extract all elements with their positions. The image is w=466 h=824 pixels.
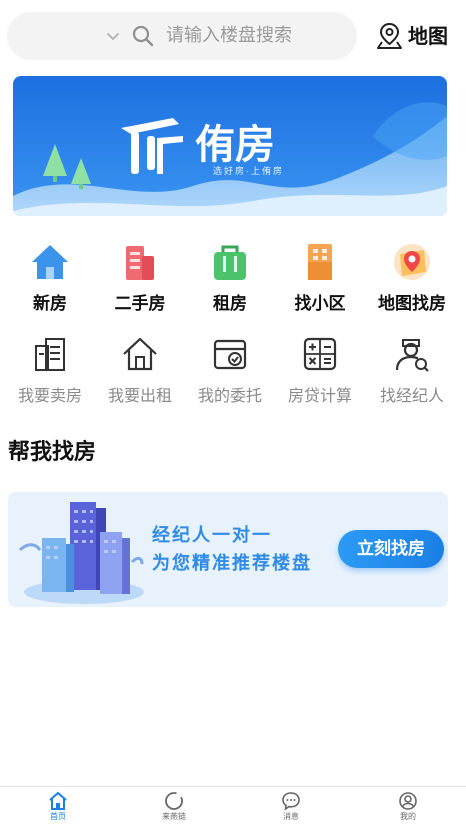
buildings-illustration xyxy=(18,502,144,604)
header: 请输入楼盘搜索 地图 xyxy=(0,0,466,70)
circle-icon xyxy=(164,791,184,811)
nav-my-entrust[interactable]: 我的委托 xyxy=(184,334,274,424)
promo-line-2: 为您精准推荐楼盘 xyxy=(152,553,312,574)
tab-profile[interactable]: 我的 xyxy=(350,787,466,824)
search-icon xyxy=(132,25,154,51)
nav-rent-out[interactable]: 我要出租 xyxy=(94,334,184,424)
map-pin-icon xyxy=(392,242,432,282)
nav-map-search-label: 地图找房 xyxy=(378,294,446,314)
wallet-check-icon xyxy=(210,334,250,374)
find-now-button[interactable]: 立刻找房 xyxy=(338,530,444,568)
nav-sell-house-label: 我要卖房 xyxy=(17,386,82,405)
nav-new-house-label: 新房 xyxy=(33,294,67,314)
nav-sell-house[interactable]: 我要卖房 xyxy=(4,334,94,424)
house-outline-icon xyxy=(120,334,160,374)
nav-second-hand[interactable]: 二手房 xyxy=(94,242,184,332)
agent-search-icon xyxy=(392,334,432,374)
help-find-title: 帮我找房 xyxy=(8,440,97,465)
nav-community-label: 找小区 xyxy=(294,294,346,314)
nav-find-agent-label: 找经纪人 xyxy=(379,386,444,405)
promo-line-1: 经纪人一对一 xyxy=(152,525,272,546)
user-icon xyxy=(398,791,418,811)
tab-home[interactable]: 首页 xyxy=(0,787,116,824)
secondary-nav: 我要卖房 我要出租 我的委托 房贷计算 找经纪人 xyxy=(0,334,466,424)
chat-bubble-icon xyxy=(281,791,301,811)
nav-map-search[interactable]: 地图找房 xyxy=(366,242,456,332)
apartment-icon xyxy=(300,242,340,282)
buildings-icon xyxy=(120,242,160,282)
help-find-card[interactable]: 经纪人一对一 为您精准推荐楼盘 立刻找房 xyxy=(8,492,448,607)
nav-my-entrust-label: 我的委托 xyxy=(197,386,262,405)
tab-second-label: 来燕链 xyxy=(162,812,186,821)
map-button[interactable]: 地图 xyxy=(376,20,456,52)
nav-rent-out-label: 我要出租 xyxy=(107,386,172,405)
search-placeholder: 请输入楼盘搜索 xyxy=(166,25,292,46)
calculator-icon xyxy=(300,334,340,374)
tab-messages[interactable]: 消息 xyxy=(233,787,349,824)
nav-rent[interactable]: 租房 xyxy=(184,242,274,332)
bottom-tab-bar: 首页 来燕链 消息 我的 xyxy=(0,786,466,824)
nav-community[interactable]: 找小区 xyxy=(274,242,364,332)
nav-second-hand-label: 二手房 xyxy=(114,294,166,314)
nav-new-house[interactable]: 新房 xyxy=(4,242,94,332)
nav-mortgage-calc[interactable]: 房贷计算 xyxy=(274,334,364,424)
nav-mortgage-calc-label: 房贷计算 xyxy=(287,386,352,405)
shopping-bag-icon xyxy=(210,242,250,282)
map-label: 地图 xyxy=(408,24,448,48)
promo-banner[interactable]: 侑房 选好房·上侑房 xyxy=(13,76,447,216)
building-list-icon xyxy=(30,334,70,374)
chevron-down-icon[interactable] xyxy=(105,28,121,48)
nav-find-agent[interactable]: 找经纪人 xyxy=(366,334,456,424)
banner-brand: 侑房 xyxy=(195,123,275,167)
tab-profile-label: 我的 xyxy=(400,812,416,821)
tab-second[interactable]: 来燕链 xyxy=(116,787,232,824)
banner-slogan: 选好房·上侑房 xyxy=(213,165,284,176)
home-icon xyxy=(48,791,68,811)
search-input[interactable]: 请输入楼盘搜索 xyxy=(7,12,357,60)
nav-rent-label: 租房 xyxy=(213,294,247,314)
main-nav: 新房 二手房 租房 找小区 地图找房 xyxy=(0,242,466,332)
tab-messages-label: 消息 xyxy=(283,812,299,821)
house-icon xyxy=(30,242,70,282)
tab-home-label: 首页 xyxy=(50,812,66,821)
location-pin-icon xyxy=(376,22,403,54)
